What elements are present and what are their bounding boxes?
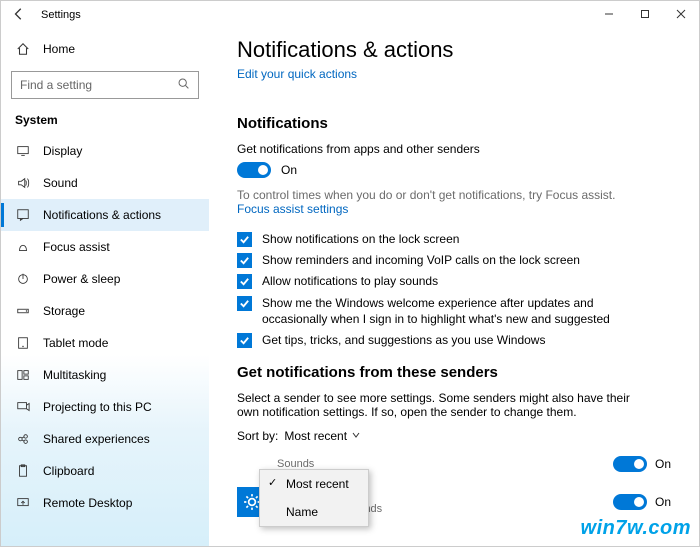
sidebar-item-label: Focus assist <box>43 240 110 254</box>
sidebar-item-shared-experiences[interactable]: Shared experiences <box>1 423 209 455</box>
check-label: Show me the Windows welcome experience a… <box>262 295 632 327</box>
sidebar-item-label: Storage <box>43 304 85 318</box>
sort-dropdown[interactable]: Most recent <box>284 429 361 443</box>
sidebar-item-display[interactable]: Display <box>1 135 209 167</box>
sidebar: Home Find a setting System Display Sound <box>1 29 209 546</box>
sender-toggle[interactable] <box>613 456 647 472</box>
sidebar-item-label: Notifications & actions <box>43 208 161 222</box>
notifications-desc: Get notifications from apps and other se… <box>237 142 671 156</box>
sidebar-item-power-sleep[interactable]: Power & sleep <box>1 263 209 295</box>
checkbox-icon <box>237 274 252 289</box>
sort-value-text: Most recent <box>284 429 347 443</box>
notifications-heading: Notifications <box>237 115 671 132</box>
check-voip[interactable]: Show reminders and incoming VoIP calls o… <box>237 252 671 268</box>
projecting-icon <box>15 399 31 415</box>
back-button[interactable] <box>9 7 29 24</box>
sort-dropdown-menu: Most recent Name <box>259 469 369 527</box>
notifications-toggle[interactable] <box>237 162 271 178</box>
chevron-down-icon <box>351 429 361 443</box>
check-label: Show notifications on the lock screen <box>262 231 459 247</box>
display-icon <box>15 143 31 159</box>
notifications-icon <box>15 207 31 223</box>
sidebar-item-label: Tablet mode <box>43 336 108 350</box>
quick-actions-link[interactable]: Edit your quick actions <box>237 67 357 81</box>
check-tips[interactable]: Get tips, tricks, and suggestions as you… <box>237 332 671 348</box>
search-input[interactable]: Find a setting <box>11 71 199 99</box>
settings-window: Settings Home Find a setting <box>0 0 700 547</box>
check-label: Show reminders and incoming VoIP calls o… <box>262 252 580 268</box>
sidebar-item-label: Multitasking <box>43 368 106 382</box>
close-button[interactable] <box>663 8 699 22</box>
home-icon <box>15 41 31 57</box>
titlebar: Settings <box>1 1 699 29</box>
sidebar-item-projecting[interactable]: Projecting to this PC <box>1 391 209 423</box>
focus-assist-link[interactable]: Focus assist settings <box>237 202 348 216</box>
checkbox-icon <box>237 296 252 311</box>
check-welcome[interactable]: Show me the Windows welcome experience a… <box>237 295 671 327</box>
minimize-button[interactable] <box>591 8 627 22</box>
window-title: Settings <box>41 9 81 21</box>
sound-icon <box>15 175 31 191</box>
power-icon <box>15 271 31 287</box>
maximize-button[interactable] <box>627 8 663 22</box>
sidebar-item-focus-assist[interactable]: Focus assist <box>1 231 209 263</box>
dropdown-item-name[interactable]: Name <box>260 498 368 526</box>
sidebar-item-label: Display <box>43 144 82 158</box>
sidebar-item-label: Shared experiences <box>43 432 150 446</box>
sidebar-item-storage[interactable]: Storage <box>1 295 209 327</box>
check-label: Allow notifications to play sounds <box>262 273 438 289</box>
check-lock-screen[interactable]: Show notifications on the lock screen <box>237 231 671 247</box>
clipboard-icon <box>15 463 31 479</box>
checkbox-icon <box>237 333 252 348</box>
checkbox-icon <box>237 232 252 247</box>
watermark: win7w.com <box>581 517 691 540</box>
focus-assist-icon <box>15 239 31 255</box>
sender-toggle-label: On <box>655 457 671 471</box>
sidebar-item-tablet-mode[interactable]: Tablet mode <box>1 327 209 359</box>
focus-assist-hint: To control times when you do or don't ge… <box>237 188 671 202</box>
search-placeholder: Find a setting <box>20 78 92 92</box>
tablet-icon <box>15 335 31 351</box>
sidebar-item-label: Sound <box>43 176 78 190</box>
page-title: Notifications & actions <box>237 37 671 63</box>
check-sounds[interactable]: Allow notifications to play sounds <box>237 273 671 289</box>
sidebar-item-sound[interactable]: Sound <box>1 167 209 199</box>
sender-toggle[interactable] <box>613 494 647 510</box>
sidebar-item-remote-desktop[interactable]: Remote Desktop <box>1 487 209 519</box>
senders-desc: Select a sender to see more settings. So… <box>237 391 637 419</box>
notifications-toggle-label: On <box>281 163 297 177</box>
sidebar-item-label: Projecting to this PC <box>43 400 152 414</box>
sidebar-item-label: Remote Desktop <box>43 496 132 510</box>
sidebar-item-multitasking[interactable]: Multitasking <box>1 359 209 391</box>
remote-desktop-icon <box>15 495 31 511</box>
sidebar-item-notifications[interactable]: Notifications & actions <box>1 199 209 231</box>
sidebar-group-label: System <box>1 107 209 135</box>
sidebar-item-clipboard[interactable]: Clipboard <box>1 455 209 487</box>
multitasking-icon <box>15 367 31 383</box>
home-label: Home <box>43 42 75 56</box>
senders-heading: Get notifications from these senders <box>237 364 671 381</box>
sender-toggle-label: On <box>655 495 671 509</box>
storage-icon <box>15 303 31 319</box>
main-content: Notifications & actions Edit your quick … <box>209 29 699 546</box>
home-button[interactable]: Home <box>1 33 209 65</box>
checkbox-icon <box>237 253 252 268</box>
shared-icon <box>15 431 31 447</box>
sidebar-item-label: Power & sleep <box>43 272 120 286</box>
sort-label: Sort by: <box>237 429 278 443</box>
search-icon <box>177 77 190 93</box>
check-label: Get tips, tricks, and suggestions as you… <box>262 332 545 348</box>
sidebar-item-label: Clipboard <box>43 464 94 478</box>
sidebar-nav: Display Sound Notifications & actions Fo… <box>1 135 209 546</box>
dropdown-item-most-recent[interactable]: Most recent <box>260 470 368 498</box>
